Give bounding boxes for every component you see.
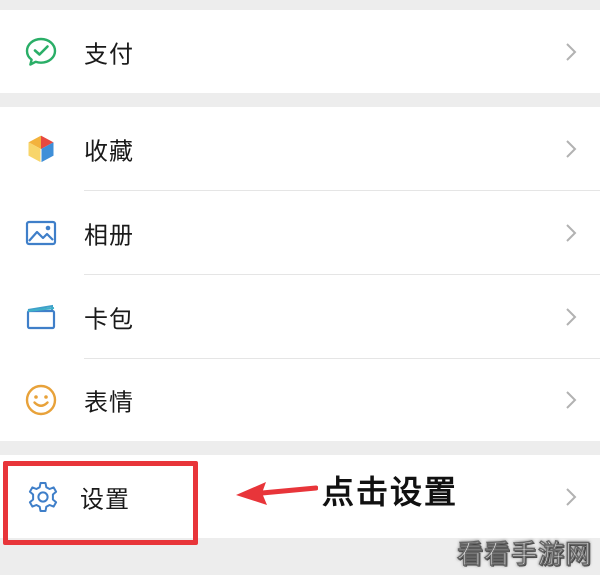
chevron-right-icon — [564, 41, 578, 63]
me-settings-list: 支付 收藏 相册 卡包 表情 设置 点击设置 看看手游网 — [0, 0, 600, 575]
menu-item-label: 卡包 — [84, 305, 134, 333]
menu-item-label: 收藏 — [84, 137, 134, 165]
menu-item-pay[interactable]: 支付 — [0, 10, 600, 93]
arrow-left-icon — [234, 476, 319, 508]
group-collections: 收藏 相册 卡包 表情 — [0, 107, 600, 441]
photo-album-icon — [24, 216, 58, 250]
group-pay: 支付 — [0, 10, 600, 93]
wechat-pay-icon — [24, 35, 58, 69]
menu-item-label: 支付 — [84, 40, 134, 68]
menu-item-stickers[interactable]: 表情 — [0, 358, 600, 441]
highlight-box — [3, 461, 198, 545]
menu-item-cards[interactable]: 卡包 — [0, 275, 600, 358]
annotation-text: 点击设置 — [322, 473, 459, 511]
chevron-right-icon — [564, 389, 578, 411]
chevron-right-icon — [564, 138, 578, 160]
menu-item-album[interactable]: 相册 — [0, 191, 600, 274]
chevron-right-icon — [564, 306, 578, 328]
chevron-right-icon — [564, 222, 578, 244]
chevron-right-icon — [564, 486, 578, 508]
favorites-cube-icon — [24, 132, 58, 166]
menu-item-label: 相册 — [84, 221, 134, 249]
menu-item-label: 表情 — [84, 388, 134, 416]
smiley-face-icon — [24, 383, 58, 417]
card-wallet-icon — [24, 300, 58, 334]
watermark: 看看手游网 — [456, 540, 592, 571]
menu-item-favorites[interactable]: 收藏 — [0, 107, 600, 190]
